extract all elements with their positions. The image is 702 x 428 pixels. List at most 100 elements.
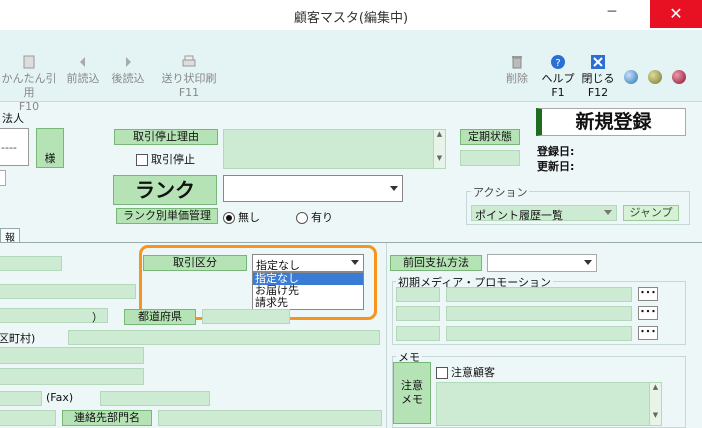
corporate-label: 法人: [2, 112, 24, 125]
radio-yes[interactable]: 有り: [296, 209, 333, 225]
media-code-3[interactable]: [396, 326, 440, 341]
left-field-2[interactable]: [0, 284, 136, 299]
stop-reason-textarea[interactable]: ▲ ▼: [223, 129, 446, 169]
prev-read-button[interactable]: 前読込: [63, 54, 103, 86]
help-icon: ?: [551, 55, 565, 69]
delete-button[interactable]: 削除: [502, 54, 532, 86]
action-title: アクション: [471, 184, 530, 200]
prefecture-field[interactable]: [202, 309, 290, 324]
fax-label: (Fax): [46, 391, 74, 404]
tab-info[interactable]: 報: [0, 228, 20, 244]
print-label: 送り状印刷: [161, 72, 217, 85]
updated-label: 更新日:: [537, 160, 575, 173]
phone-field[interactable]: [0, 410, 56, 426]
dashes-text: ----: [1, 141, 17, 154]
close-window-button[interactable]: ✕: [650, 0, 702, 28]
color-orb-olive-icon[interactable]: [648, 70, 662, 84]
chevron-down-icon: [584, 260, 592, 265]
radio-unchecked-icon: [296, 212, 308, 224]
color-orb-blue-icon[interactable]: [624, 70, 638, 84]
stop-checkbox-label: 取引停止: [151, 153, 195, 166]
scroll-up-icon[interactable]: ▲: [650, 383, 661, 391]
chevron-down-icon: [604, 210, 612, 215]
printer-icon: [182, 55, 196, 67]
prefecture-label: 都道府県: [124, 309, 196, 325]
teiki-field[interactable]: [460, 150, 520, 166]
minimize-button[interactable]: ─: [597, 0, 627, 28]
color-orb-red-icon[interactable]: [672, 70, 686, 84]
left-small-field[interactable]: [0, 170, 6, 186]
arrow-right-icon: [126, 57, 131, 67]
print-label-button[interactable]: 送り状印刷 F11: [158, 54, 220, 100]
tab-divider: [0, 242, 702, 243]
teiki-label: 定期状態: [460, 129, 520, 145]
prev-label: 前読込: [66, 72, 100, 85]
caution-memo-label: 注意 メモ: [393, 362, 431, 424]
scroll-down-icon[interactable]: ▼: [650, 411, 661, 419]
name-field[interactable]: ----: [0, 128, 29, 166]
address-field-2[interactable]: [0, 368, 144, 385]
rank-label: ランク: [113, 175, 217, 205]
media-lookup-button-2[interactable]: ･･･: [638, 306, 658, 320]
close-x-icon: [591, 55, 605, 69]
caution-checkbox-label: 注意顧客: [451, 366, 495, 379]
scroll-up-icon[interactable]: ▲: [434, 130, 445, 138]
help-key: F1: [551, 86, 565, 99]
checkbox-icon: [136, 154, 148, 166]
svg-text:?: ?: [555, 58, 560, 69]
media-name-2[interactable]: [446, 306, 632, 321]
city-field[interactable]: [68, 330, 380, 345]
jump-button[interactable]: ジャンプ: [623, 205, 679, 221]
arrow-left-icon: [80, 57, 85, 67]
registered-label: 登録日:: [537, 145, 575, 158]
help-button[interactable]: ? ヘルプ F1: [540, 54, 576, 100]
scrollbar[interactable]: ▲ ▼: [649, 383, 661, 425]
scrollbar[interactable]: ▲ ▼: [433, 130, 445, 168]
close-key: F12: [587, 86, 609, 99]
fax-field[interactable]: [100, 391, 210, 406]
radio-yes-label: 有り: [311, 211, 333, 224]
media-code-2[interactable]: [396, 306, 440, 321]
media-lookup-button-3[interactable]: ･･･: [638, 326, 658, 340]
stop-checkbox[interactable]: 取引停止: [136, 151, 195, 167]
checkbox-icon: [436, 367, 448, 379]
next-read-button[interactable]: 後読込: [108, 54, 148, 86]
action-value: ポイント履歴一覧: [475, 209, 563, 222]
scroll-down-icon[interactable]: ▼: [434, 154, 445, 162]
status-badge: 新規登録: [536, 108, 686, 136]
stop-reason-label: 取引停止理由: [114, 129, 218, 145]
contact-dept-field[interactable]: [158, 410, 382, 426]
media-lookup-button-1[interactable]: ･･･: [638, 287, 658, 301]
help-label: ヘルプ: [541, 72, 575, 85]
caution-memo-textarea[interactable]: ▲ ▼: [436, 382, 662, 426]
fax-prefix-field[interactable]: [0, 391, 42, 406]
radio-checked-icon: [223, 212, 235, 224]
radio-none[interactable]: 無し: [223, 209, 260, 225]
left-field-1[interactable]: [0, 256, 62, 271]
payment-select[interactable]: [487, 254, 597, 272]
chevron-down-icon: [390, 185, 398, 191]
toolbar: かんたん引用 F10 前読込 後読込 送り状印刷 F11 削除 ? ヘルプ F1…: [0, 30, 702, 113]
payment-label: 前回支払方法: [390, 255, 482, 271]
city-label: 区町村): [0, 332, 36, 345]
kantan-quote-button[interactable]: かんたん引用 F10: [0, 54, 58, 114]
panel-divider: [386, 243, 387, 428]
media-name-1[interactable]: [446, 287, 632, 302]
caution-checkbox[interactable]: 注意顧客: [436, 364, 495, 380]
contact-dept-label: 連絡先部門名: [62, 410, 152, 426]
action-select[interactable]: ポイント履歴一覧: [471, 205, 617, 222]
close-button[interactable]: 閉じる F12: [580, 54, 616, 100]
document-icon: [23, 55, 35, 69]
media-name-3[interactable]: [446, 326, 632, 341]
delete-label: 削除: [506, 72, 528, 85]
rank-price-label: ランク別単価管理: [116, 208, 218, 224]
paren-text: ）: [92, 311, 103, 324]
address-field-1[interactable]: [0, 347, 144, 364]
close-label: 閉じる: [581, 72, 615, 85]
sama-label: 様: [36, 128, 64, 168]
rank-select[interactable]: [223, 175, 403, 202]
next-label: 後読込: [111, 72, 145, 85]
print-key: F11: [178, 86, 200, 99]
trash-icon: [512, 56, 522, 69]
media-code-1[interactable]: [396, 287, 440, 302]
